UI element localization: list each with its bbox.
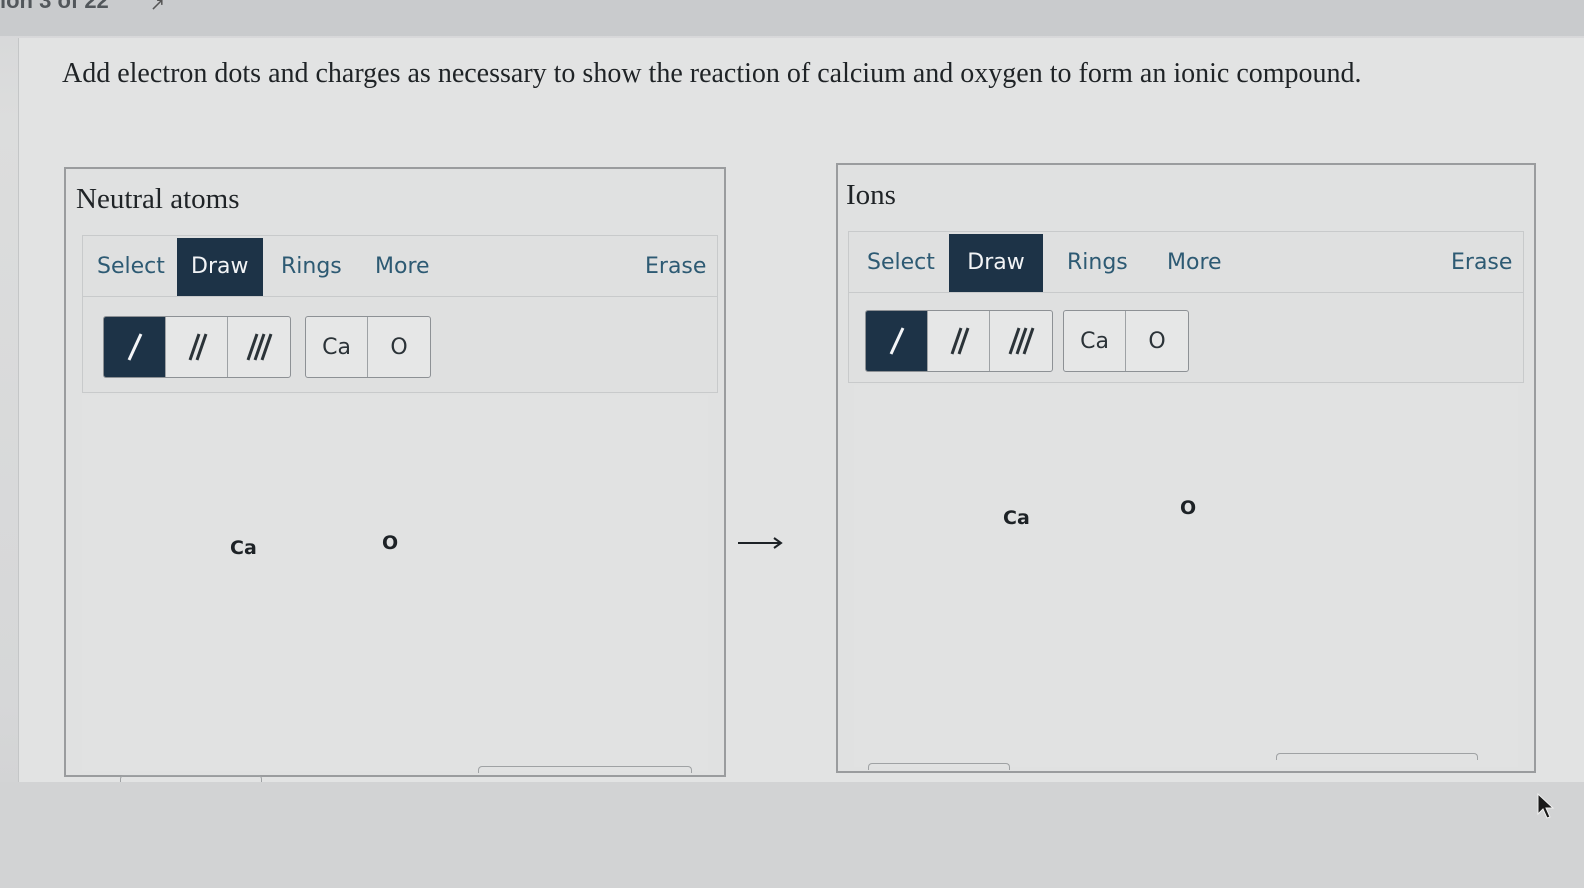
drawing-canvas[interactable]: Ca O bbox=[82, 395, 708, 771]
tab-draw[interactable]: Draw bbox=[177, 238, 263, 296]
chevron-icon[interactable]: ↗ bbox=[150, 0, 165, 15]
single-bond-button[interactable] bbox=[104, 317, 166, 377]
erase-button[interactable]: Erase bbox=[1437, 234, 1526, 292]
triple-bond-button[interactable] bbox=[228, 317, 290, 377]
drawing-canvas[interactable]: Ca O bbox=[854, 385, 1518, 767]
panel-title: Ions bbox=[846, 179, 896, 211]
bond-tool-group bbox=[103, 316, 291, 378]
mouse-cursor-icon bbox=[1537, 792, 1555, 819]
double-bond-icon bbox=[950, 327, 969, 355]
panel-title: Neutral atoms bbox=[76, 183, 240, 215]
bottom-bar bbox=[0, 782, 1584, 888]
atom-o[interactable]: O bbox=[1180, 497, 1196, 519]
element-button-group: Ca O bbox=[1063, 310, 1189, 372]
element-o-button[interactable]: O bbox=[1126, 311, 1188, 371]
ions-panel: Ions Select Draw Rings More Erase Ca O C… bbox=[836, 163, 1536, 773]
element-ca-button[interactable]: Ca bbox=[1064, 311, 1126, 371]
canvas-tab-stub bbox=[120, 775, 262, 782]
single-bond-icon bbox=[889, 327, 904, 355]
double-bond-button[interactable] bbox=[928, 311, 990, 371]
tab-bar: Select Draw Rings More Erase bbox=[83, 236, 717, 297]
element-button-group: Ca O bbox=[305, 316, 431, 378]
right-arrow-icon bbox=[738, 537, 783, 549]
erase-button[interactable]: Erase bbox=[631, 238, 720, 296]
canvas-tab-stub bbox=[478, 766, 692, 773]
tab-rings[interactable]: Rings bbox=[1053, 234, 1142, 292]
top-strip: ion 3 of 22 ↗ bbox=[0, 0, 1584, 36]
triple-bond-button[interactable] bbox=[990, 311, 1052, 371]
canvas-tab-stub bbox=[868, 763, 1010, 770]
element-ca-button[interactable]: Ca bbox=[306, 317, 368, 377]
tab-bar: Select Draw Rings More Erase bbox=[849, 232, 1523, 293]
atom-o[interactable]: O bbox=[382, 532, 398, 554]
triple-bond-icon bbox=[1008, 327, 1035, 355]
bond-tool-group bbox=[865, 310, 1053, 372]
single-bond-button[interactable] bbox=[866, 311, 928, 371]
neutral-atoms-panel: Neutral atoms Select Draw Rings More Era… bbox=[64, 167, 726, 777]
tab-more[interactable]: More bbox=[1153, 234, 1236, 292]
tab-rings[interactable]: Rings bbox=[267, 238, 356, 296]
atom-ca[interactable]: Ca bbox=[1003, 507, 1030, 529]
tab-draw[interactable]: Draw bbox=[949, 234, 1043, 292]
drawing-toolbar: Select Draw Rings More Erase Ca O bbox=[848, 231, 1524, 383]
tab-more[interactable]: More bbox=[361, 238, 444, 296]
question-prompt: Add electron dots and charges as necessa… bbox=[62, 58, 1362, 89]
tab-select[interactable]: Select bbox=[853, 234, 949, 292]
triple-bond-icon bbox=[246, 333, 273, 361]
tab-select[interactable]: Select bbox=[83, 238, 179, 296]
atom-ca[interactable]: Ca bbox=[230, 537, 257, 559]
question-counter: ion 3 of 22 bbox=[0, 0, 109, 13]
double-bond-icon bbox=[188, 333, 207, 361]
single-bond-icon bbox=[127, 333, 142, 361]
element-o-button[interactable]: O bbox=[368, 317, 430, 377]
double-bond-button[interactable] bbox=[166, 317, 228, 377]
page: ion 3 of 22 ↗ Add electron dots and char… bbox=[0, 0, 1584, 888]
drawing-toolbar: Select Draw Rings More Erase Ca O bbox=[82, 235, 718, 393]
canvas-tab-stub bbox=[1276, 753, 1478, 760]
